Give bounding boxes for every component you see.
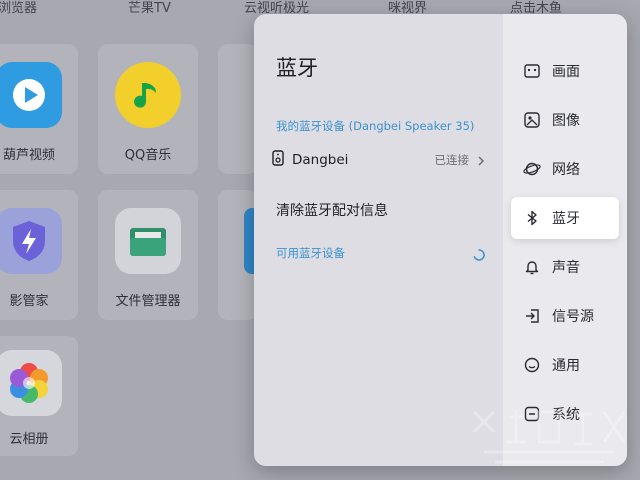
chevron-right-icon — [475, 153, 487, 167]
app-label: 云相册 — [9, 432, 49, 447]
folder-icon — [115, 208, 181, 274]
app-tile-hulu[interactable]: 葫芦视频 — [0, 44, 78, 174]
flower-photos-icon — [0, 350, 62, 416]
planet-icon — [523, 160, 541, 178]
nav-item-picture[interactable]: 画面 — [511, 50, 619, 92]
input-source-icon — [523, 307, 541, 325]
bell-icon — [523, 258, 541, 276]
nav-label: 画面 — [552, 64, 580, 80]
bluetooth-panel: 蓝牙 我的蓝牙设备 (Dangbei Speaker 35) Dangbei 已… — [254, 14, 503, 466]
app-tile-files[interactable]: 文件管理器 — [98, 190, 198, 320]
nav-item-general[interactable]: 通用 — [511, 344, 619, 386]
settings-dialog: 蓝牙 我的蓝牙设备 (Dangbei Speaker 35) Dangbei 已… — [254, 14, 627, 466]
device-name: Dangbei — [292, 152, 349, 168]
app-tile-dangbei[interactable]: 影管家 — [0, 190, 78, 320]
nav-item-image[interactable]: 图像 — [511, 99, 619, 141]
screen-icon — [523, 62, 541, 80]
paired-device-row[interactable]: Dangbei 已连接 — [272, 146, 487, 174]
speaker-icon — [272, 150, 284, 170]
watermark-logo — [464, 402, 634, 476]
available-devices-label: 可用蓝牙设备 — [276, 246, 345, 260]
page-title: 蓝牙 — [276, 56, 318, 80]
play-icon — [0, 62, 62, 128]
nav-label: 信号源 — [552, 309, 594, 325]
app-label: 葫芦视频 — [2, 148, 55, 163]
app-label: 影管家 — [9, 294, 49, 309]
nav-label: 网络 — [552, 162, 580, 178]
shield-bolt-icon — [0, 208, 62, 274]
top-row-label[interactable]: 浏览器 — [0, 0, 37, 20]
nav-label: 图像 — [552, 113, 580, 129]
bluetooth-icon — [523, 209, 541, 227]
app-label: 文件管理器 — [115, 294, 181, 309]
nav-label: 通用 — [552, 358, 580, 374]
music-note-icon — [115, 62, 181, 128]
loading-spinner-icon — [472, 247, 486, 266]
my-devices-label: 我的蓝牙设备 (Dangbei Speaker 35) — [276, 119, 475, 133]
app-tile-partial[interactable] — [218, 44, 258, 174]
settings-nav: 画面 图像 网络 蓝牙 声音 信号源 通用 系统 — [503, 14, 627, 466]
nav-item-sound[interactable]: 声音 — [511, 246, 619, 288]
app-tile-partial[interactable] — [218, 190, 258, 320]
clear-pairing-button[interactable]: 清除蓝牙配对信息 — [276, 200, 388, 220]
nav-item-network[interactable]: 网络 — [511, 148, 619, 190]
top-row-label[interactable]: 芒果TV — [128, 0, 171, 20]
device-status: 已连接 — [434, 153, 470, 167]
general-icon — [523, 356, 541, 374]
app-tile-qqmusic[interactable]: QQ音乐 — [98, 44, 198, 174]
app-label: QQ音乐 — [124, 148, 172, 163]
nav-label: 声音 — [552, 260, 580, 276]
nav-label: 蓝牙 — [552, 211, 580, 227]
nav-item-bluetooth[interactable]: 蓝牙 — [511, 197, 619, 239]
app-tile-photos[interactable]: 云相册 — [0, 336, 78, 456]
nav-item-input-source[interactable]: 信号源 — [511, 295, 619, 337]
image-icon — [523, 111, 541, 129]
